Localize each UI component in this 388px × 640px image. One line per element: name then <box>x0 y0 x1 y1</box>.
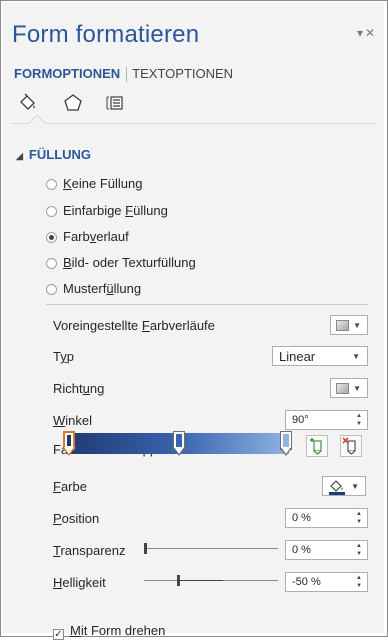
pane-options-dropdown-icon[interactable]: ▾ <box>357 26 363 40</box>
label-position: Position <box>53 511 100 526</box>
angle-value: 90° <box>292 414 309 426</box>
add-gradient-stop-button[interactable] <box>306 435 328 457</box>
label-typ: Typ <box>53 349 74 364</box>
radio-circle <box>46 284 57 295</box>
spinner-arrows-icon[interactable]: ▲ ▼ <box>356 510 362 526</box>
add-stop-icon <box>310 438 322 455</box>
typ-select-value: Linear <box>279 349 316 364</box>
brightness-slider[interactable] <box>144 575 278 587</box>
checkbox-check-icon: ✓ <box>53 629 64 640</box>
remove-gradient-stop-button[interactable] <box>340 435 362 457</box>
radio-einfarbige-fuellung[interactable]: Einfarbige Füllung <box>46 203 168 218</box>
section-divider <box>46 304 368 305</box>
tab-formoptionen[interactable]: FORMOPTIONEN <box>14 66 120 81</box>
label-voreingestellte-farbverlaeufe: Voreingestellte Farbverläufe <box>53 318 215 333</box>
label-winkel: Winkel <box>53 413 93 428</box>
stop-color-picker-button[interactable]: ▼ <box>322 476 366 496</box>
fill-line-icon[interactable] <box>18 93 38 118</box>
gradient-stop-3[interactable] <box>280 431 292 457</box>
radio-musterfuellung[interactable]: Musterfüllung <box>46 281 141 296</box>
checkbox-mit-form-drehen[interactable]: ✓ Mit Form drehen <box>53 623 165 640</box>
radio-bild-texturfuellung[interactable]: Bild- oder Texturfüllung <box>46 255 196 270</box>
transparency-spinner[interactable]: 0 % ▲ ▼ <box>285 540 368 560</box>
position-value: 0 % <box>292 512 311 524</box>
gradient-stop-2[interactable] <box>173 431 185 457</box>
spinner-arrows-icon[interactable]: ▲ ▼ <box>356 542 362 558</box>
paint-bucket-icon <box>329 480 345 495</box>
size-properties-icon[interactable] <box>106 93 126 118</box>
tab-separator <box>126 67 128 83</box>
chevron-down-icon: ▼ <box>352 352 360 361</box>
pane-title: Form formatieren <box>12 21 200 48</box>
brightness-value: -50 % <box>292 576 321 588</box>
radio-keine-fuellung[interactable]: Keine Füllung <box>46 176 143 191</box>
chevron-down-icon: ▼ <box>351 482 359 491</box>
radio-circle <box>46 206 57 217</box>
angle-spinner[interactable]: 90° ▲ ▼ <box>285 410 368 430</box>
pane-title-controls: ▾ ✕ <box>357 26 377 40</box>
transparency-slider-thumb[interactable] <box>144 543 147 554</box>
direction-swatch <box>336 383 349 394</box>
transparency-slider[interactable] <box>144 543 278 555</box>
radio-farbverlauf[interactable]: Farbverlauf <box>46 229 129 244</box>
collapse-triangle-icon: ◢ <box>16 151 23 161</box>
gradient-stop-1[interactable] <box>63 431 75 457</box>
remove-stop-icon <box>342 437 356 455</box>
position-spinner[interactable]: 0 % ▲ ▼ <box>285 508 368 528</box>
pane-close-icon[interactable]: ✕ <box>365 26 375 40</box>
chevron-down-icon: ▼ <box>353 321 361 330</box>
label-farbe: Farbe <box>53 479 87 494</box>
typ-select[interactable]: Linear ▼ <box>272 346 368 366</box>
transparency-value: 0 % <box>292 544 311 556</box>
brightness-slider-thumb[interactable] <box>177 575 180 586</box>
label-richtung: Richtung <box>53 381 105 396</box>
section-fill-title: FÜLLUNG <box>28 147 92 162</box>
radio-circle <box>46 179 57 190</box>
radio-circle <box>46 258 57 269</box>
chevron-down-icon: ▼ <box>353 384 361 393</box>
brightness-slider-fill <box>179 580 223 581</box>
preset-gradients-dropdown[interactable]: ▼ <box>330 315 368 335</box>
radio-circle-selected <box>46 232 57 243</box>
brightness-spinner[interactable]: -50 % ▲ ▼ <box>285 572 368 592</box>
label-helligkeit: Helligkeit <box>53 575 106 590</box>
effects-pentagon-icon[interactable] <box>63 93 83 118</box>
spinner-arrows-icon[interactable]: ▲ ▼ <box>356 412 362 428</box>
direction-dropdown[interactable]: ▼ <box>330 378 368 398</box>
tab-textoptionen[interactable]: TEXTOPTIONEN <box>132 66 233 81</box>
label-transparenz: Transparenz <box>53 543 126 558</box>
section-fill-header[interactable]: ◢ FÜLLUNG <box>16 147 91 162</box>
gradient-swatch <box>336 320 349 331</box>
category-divider <box>10 123 376 124</box>
options-tabs: FORMOPTIONEN TEXTOPTIONEN <box>14 66 233 83</box>
spinner-arrows-icon[interactable]: ▲ ▼ <box>356 574 362 590</box>
